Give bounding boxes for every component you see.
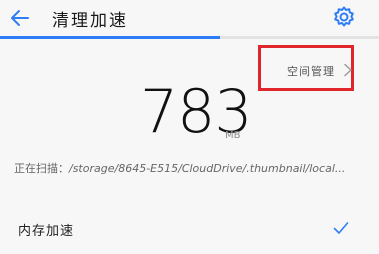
- space-management-button[interactable]: 空间管理: [258, 45, 354, 91]
- space-management-label: 空间管理: [287, 65, 335, 78]
- list-item-memory-boost[interactable]: 内存加速: [0, 210, 379, 248]
- chevron-right-icon: [344, 63, 352, 77]
- scan-status-text: 正在扫描：/storage/8645-E515/CloudDrive/.thum…: [14, 160, 369, 176]
- app-header: 清理加速: [0, 0, 379, 36]
- page-title: 清理加速: [52, 11, 128, 31]
- back-button[interactable]: [6, 4, 36, 32]
- list-item-label: 内存加速: [18, 224, 75, 239]
- cleanup-screen: 清理加速 空间管理 783 MB 正在扫描：/storage/8645-E515…: [0, 0, 379, 254]
- scan-progress-fill: [0, 36, 220, 39]
- back-arrow-icon: [11, 10, 29, 26]
- cleanable-size-unit: MB: [225, 130, 241, 141]
- scan-status-prefix: 正在扫描：: [14, 162, 69, 175]
- scan-progress-bar: [0, 36, 379, 39]
- scan-status-path: /storage/8645-E515/CloudDrive/.thumbnail…: [69, 162, 346, 175]
- gear-icon: [334, 6, 354, 27]
- checkmark-icon: [333, 222, 349, 234]
- settings-button[interactable]: [330, 3, 358, 31]
